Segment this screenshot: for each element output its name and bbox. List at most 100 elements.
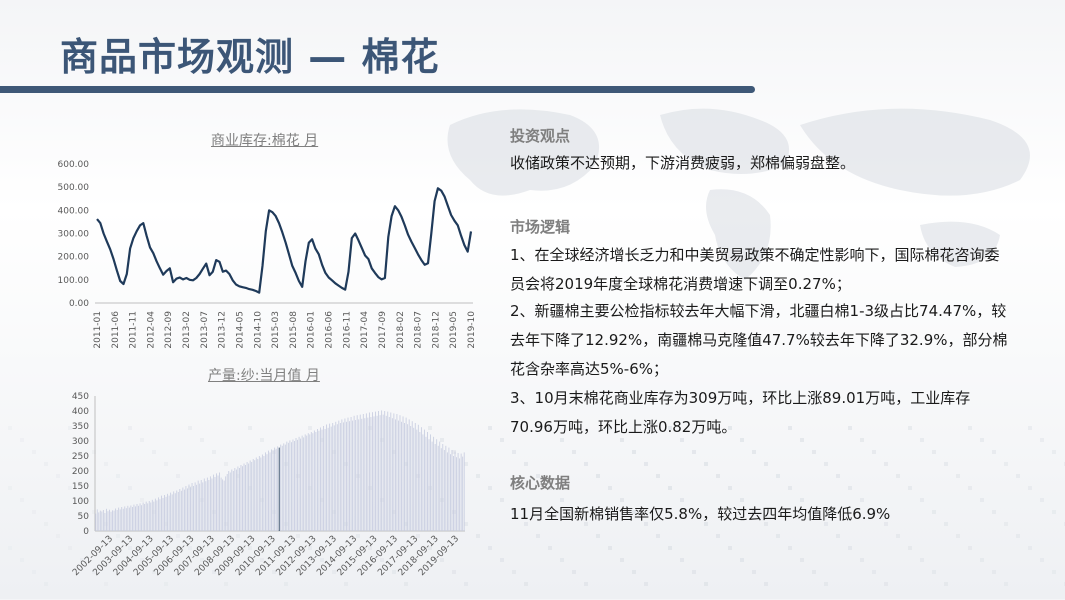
yarn-output-bar (148, 501, 150, 531)
yarn-output-bar (422, 434, 424, 531)
yarn-output-bar (410, 426, 412, 531)
yarn-output-bar (135, 506, 136, 531)
yarn-output-bar (231, 469, 233, 531)
yarn-output-bar (342, 422, 344, 531)
yarn-output-bar (228, 471, 230, 531)
yarn-output-bar (375, 411, 376, 531)
yarn-output-bar (456, 457, 457, 531)
yarn-output-bar (347, 417, 349, 531)
yarn-output-bar (330, 426, 332, 531)
yarn-output-bar (297, 439, 298, 531)
yarn-output-bar (248, 463, 250, 531)
yarn-output-bar (352, 420, 354, 531)
yarn-output-bar (372, 412, 373, 531)
yarn-output-bar (320, 427, 321, 531)
yarn-output-bar (107, 511, 109, 531)
yarn-output-bar (142, 502, 144, 531)
yarn-output-bar (203, 478, 205, 531)
yarn-output-bar (283, 443, 285, 531)
yarn-output-bar (190, 487, 191, 531)
yarn-output-bar (278, 447, 280, 531)
yarn-output-bar (414, 423, 416, 531)
yarn-output-bar (424, 429, 425, 531)
yarn-output-bar (339, 423, 341, 531)
y-tick-label: 300.00 (58, 230, 90, 240)
yarn-output-bar (335, 421, 337, 531)
yarn-output-bar (367, 417, 369, 531)
yarn-output-bar (200, 480, 202, 531)
yarn-output-bar (199, 483, 201, 531)
yarn-output-bar (323, 426, 324, 531)
x-tick-label: 2015-03 (271, 311, 281, 349)
yarn-output-bar (268, 450, 269, 531)
yarn-output-bar (358, 419, 360, 531)
investment-view-heading: 投资观点 (510, 127, 571, 145)
yarn-output-bar (404, 423, 405, 531)
yarn-output-bar (442, 444, 444, 531)
yarn-output-bar (226, 474, 228, 531)
yarn-output-bar (232, 471, 234, 531)
yarn-output-bar (151, 499, 153, 531)
x-tick-label: 2018-12 (431, 311, 441, 349)
yarn-output-bar (245, 465, 246, 531)
yarn-output-bar (459, 458, 461, 531)
yarn-output-bar (445, 445, 447, 531)
x-tick-label: 2011-01 (93, 311, 103, 349)
x-tick-label: 2019-10 (467, 311, 477, 349)
x-tick-label: 2016-01 (307, 311, 317, 349)
yarn-output-bar (132, 507, 133, 531)
yarn-output-bar (257, 459, 259, 531)
yarn-output-bar (291, 442, 292, 531)
yarn-output-bar (460, 453, 462, 531)
market-logic-point-2: 2、新疆棉主要公检指标较去年大幅下滑，北疆白棉1-3级占比74.47%，较去年下… (510, 302, 1008, 378)
y-tick-label: 200 (72, 467, 89, 477)
yarn-output-bar (436, 439, 438, 531)
yarn-output-bar (249, 460, 251, 531)
yarn-output-bar (162, 498, 164, 531)
yarn-output-bar (206, 477, 208, 531)
title-underline-bar (0, 86, 755, 93)
y-tick-label: 250 (72, 452, 89, 462)
yarn-output-bar (182, 487, 184, 531)
yarn-output-bar (295, 438, 297, 531)
yarn-output-bar (269, 452, 271, 531)
yarn-output-bar (451, 450, 453, 531)
y-tick-label: 0 (83, 527, 89, 537)
x-tick-label: 2014-10 (253, 311, 263, 349)
yarn-output-bar (275, 448, 277, 531)
yarn-output-bar (294, 441, 295, 531)
yarn-output-bar (116, 510, 118, 531)
yarn-output-bar (157, 497, 159, 531)
yarn-output-bar (462, 456, 464, 531)
yarn-output-bar (292, 439, 294, 531)
yarn-output-bar (240, 465, 242, 531)
x-tick-label: 2015-08 (289, 311, 299, 349)
yarn-output-bar (251, 462, 253, 531)
yarn-output-bar (128, 507, 130, 531)
yarn-output-bar (333, 425, 335, 531)
yarn-output-bar (272, 450, 274, 531)
y-tick-label: 400 (72, 407, 89, 417)
yarn-output-bar (235, 469, 237, 531)
yarn-output-bar (156, 500, 158, 531)
yarn-output-bar (164, 495, 165, 531)
yarn-output-bar (263, 456, 265, 531)
yarn-output-bar (385, 415, 387, 531)
x-tick-label: 2011-06 (111, 311, 121, 349)
x-tick-label: 2013-12 (218, 311, 228, 349)
yarn-output-bar (307, 433, 309, 531)
yarn-output-bar (281, 445, 283, 531)
yarn-output-bar (139, 503, 141, 531)
yarn-output-bar (118, 507, 120, 531)
yarn-output-bar (104, 513, 106, 531)
yarn-output-bar (183, 489, 185, 531)
yarn-output-bar (124, 506, 126, 531)
yarn-output-bar (303, 437, 305, 531)
yarn-output-bar (234, 468, 236, 531)
yarn-output-bar (214, 477, 216, 531)
yarn-output-bar (362, 414, 364, 531)
yarn-output-bar (355, 420, 357, 531)
yarn-output-bar (102, 510, 104, 531)
yarn-output-bar (391, 418, 393, 531)
yarn-output-bar (150, 502, 152, 531)
